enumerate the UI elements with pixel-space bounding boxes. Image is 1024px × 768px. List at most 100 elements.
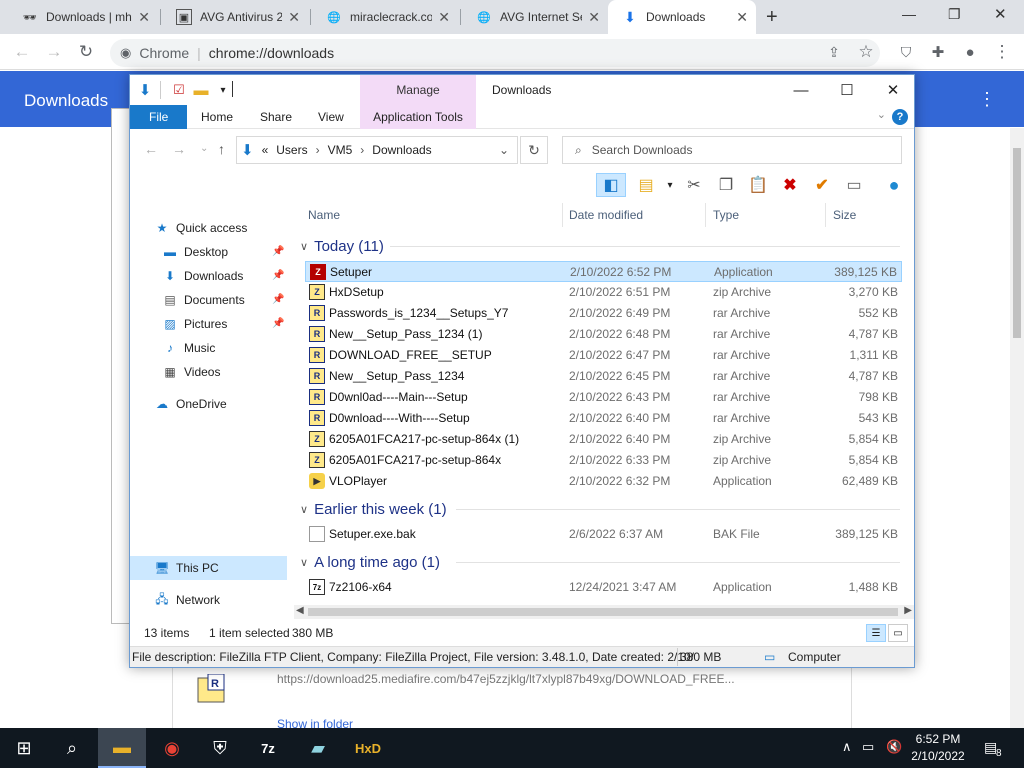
column-size[interactable]: Size (833, 208, 856, 222)
tab-avg-antivirus[interactable]: ▣ AVG Antivirus 2 ✕ (162, 0, 308, 34)
folder-options-icon[interactable]: ▤ (634, 173, 658, 197)
group-long-time-ago[interactable]: ∨ A long time ago (1) (298, 551, 900, 573)
close-window-icon[interactable]: ✕ (994, 5, 1007, 23)
file-row[interactable]: ▶ VLOPlayer 2/10/2022 6:32 PM Applicatio… (305, 471, 902, 492)
windows-start-icon[interactable]: ⊞ (0, 728, 48, 768)
horizontal-scrollbar[interactable]: ◀ ▶ (294, 605, 914, 619)
nav-music[interactable]: ♪ Music (162, 337, 215, 359)
file-row[interactable]: R New__Setup_Pass_1234 2/10/2022 6:45 PM… (305, 366, 902, 387)
nav-desktop[interactable]: ▬ Desktop (162, 241, 228, 263)
column-divider[interactable] (562, 203, 563, 227)
scroll-left-icon[interactable]: ◀ (296, 605, 304, 616)
file-row[interactable]: R Passwords_is_1234__Setups_Y7 2/10/2022… (305, 303, 902, 324)
file-row[interactable]: Z 6205A01FCA217-pc-setup-864x (1) 2/10/2… (305, 429, 902, 450)
paste-icon[interactable]: 📋 (746, 173, 770, 197)
nav-documents[interactable]: ▤ Documents (162, 289, 244, 311)
column-name[interactable]: Name (308, 208, 340, 222)
new-folder-icon[interactable]: ▬ (192, 81, 210, 99)
security-shield-icon[interactable]: ⛨ (196, 728, 244, 768)
network-icon[interactable]: ▭ (862, 739, 874, 755)
column-divider[interactable] (825, 203, 826, 227)
back-icon[interactable]: ← (10, 40, 34, 64)
tab-file[interactable]: File (130, 105, 188, 129)
share-icon[interactable]: ⇪ (822, 40, 846, 64)
chevron-down-icon[interactable]: ⌄ (499, 143, 509, 157)
forward-icon[interactable]: → (172, 141, 186, 157)
address-bar[interactable]: ◉ Chrome | chrome://downloads (110, 39, 880, 67)
nav-downloads[interactable]: ⬇ Downloads (162, 265, 243, 287)
file-row[interactable]: R D0wnload----With----Setup 2/10/2022 6:… (305, 408, 902, 429)
properties-icon[interactable]: ☑ (170, 81, 188, 99)
help-icon[interactable]: ? (892, 109, 908, 125)
7zip-taskbar-icon[interactable]: 7z (244, 728, 292, 768)
tab-view[interactable]: View (305, 105, 357, 129)
nav-pictures[interactable]: ▨ Pictures (162, 313, 227, 335)
nav-videos[interactable]: ▦ Videos (162, 361, 220, 383)
minimize-icon[interactable]: — (902, 6, 916, 22)
page-scrollbar[interactable] (1010, 128, 1024, 728)
minimize-icon[interactable]: — (778, 75, 824, 105)
breadcrumb-vm5[interactable]: VM5 (328, 143, 353, 157)
up-icon[interactable]: ↑ (218, 141, 225, 157)
file-row[interactable]: 7z 7z2106-x64 12/24/2021 3:47 AM Applica… (305, 577, 902, 598)
close-icon[interactable]: ✕ (870, 75, 916, 105)
breadcrumb-downloads[interactable]: Downloads (372, 143, 431, 157)
tab-application-tools[interactable]: Application Tools (360, 105, 476, 129)
chevron-down-icon[interactable]: ▾ (214, 81, 232, 99)
column-divider[interactable] (705, 203, 706, 227)
group-earlier-this-week[interactable]: ∨ Earlier this week (1) (298, 498, 900, 520)
breadcrumb[interactable]: ⬇ « Users › VM5 › Downloads ⌄ (236, 136, 518, 164)
reload-icon[interactable]: ↻ (74, 40, 98, 64)
preview-pane-icon[interactable]: ◧ (596, 173, 626, 197)
chevron-up-icon[interactable]: ∧ (842, 739, 852, 755)
column-date[interactable]: Date modified (569, 208, 643, 222)
expand-ribbon-icon[interactable]: ⌄ (877, 108, 886, 121)
file-row[interactable]: R DOWNLOAD_FREE__SETUP 2/10/2022 6:47 PM… (305, 345, 902, 366)
file-row[interactable]: Z 6205A01FCA217-pc-setup-864x 2/10/2022 … (305, 450, 902, 471)
search-icon[interactable]: ⌕ (48, 728, 96, 768)
chrome-icon[interactable]: ◉ (148, 728, 196, 768)
back-icon[interactable]: ← (144, 141, 158, 157)
menu-icon[interactable]: ⋮ (990, 40, 1014, 64)
close-icon[interactable]: ✕ (438, 9, 450, 26)
tab-miraclecrack[interactable]: 🌐 miraclecrack.co ✕ (312, 0, 458, 34)
close-icon[interactable]: ✕ (588, 9, 600, 26)
nav-this-pc[interactable]: 🖥 This PC (154, 557, 218, 579)
recent-locations-icon[interactable]: ⌄ (200, 143, 208, 154)
tab-share[interactable]: Share (247, 105, 305, 129)
more-menu-icon[interactable]: ⋮ (978, 89, 996, 110)
restore-icon[interactable]: ❐ (948, 6, 961, 23)
cut-icon[interactable]: ✂ (682, 173, 706, 197)
tab-downloads[interactable]: ⬇ Downloads ✕ (608, 0, 756, 34)
refresh-icon[interactable]: ↻ (520, 136, 548, 164)
large-icons-view-icon[interactable]: ▭ (888, 624, 908, 642)
globe-icon[interactable]: ● (882, 173, 906, 197)
rename-icon[interactable]: ▭ (842, 173, 866, 197)
file-explorer-icon[interactable]: ▬ (98, 728, 146, 768)
details-view-icon[interactable]: ☰ (866, 624, 886, 642)
nav-onedrive[interactable]: ☁ OneDrive (154, 393, 227, 415)
close-icon[interactable]: ✕ (138, 9, 150, 26)
volume-muted-icon[interactable]: 🔇 (886, 739, 902, 755)
maximize-icon[interactable]: ☐ (824, 75, 870, 105)
tab-downloads-mh[interactable]: 🕶 Downloads | mh ✕ (8, 0, 158, 34)
file-row[interactable]: R New__Setup_Pass_1234 (1) 2/10/2022 6:4… (305, 324, 902, 345)
search-input[interactable]: ⌕ Search Downloads (562, 136, 902, 164)
new-tab-button[interactable]: + (766, 6, 778, 29)
download-url[interactable]: https://download25.mediafire.com/b47ej5z… (277, 672, 735, 686)
file-row-setuper[interactable]: Z Setuper 2/10/2022 6:52 PM Application … (305, 261, 902, 282)
file-row[interactable]: Z HxDSetup 2/10/2022 6:51 PM zip Archive… (305, 282, 902, 303)
close-icon[interactable]: ✕ (288, 9, 300, 26)
breadcrumb-users[interactable]: Users (276, 143, 307, 157)
breadcrumb-overflow[interactable]: « (262, 143, 269, 157)
nav-quick-access[interactable]: ★ Quick access (154, 217, 248, 239)
shield-extension-icon[interactable]: ⛉ (894, 40, 918, 64)
group-today[interactable]: ∨ Today (11) (298, 235, 900, 257)
nav-network[interactable]: 🖧 Network (154, 589, 220, 611)
close-icon[interactable]: ✕ (736, 9, 748, 26)
tab-home[interactable]: Home (188, 105, 246, 129)
file-row[interactable]: R D0wnl0ad----Main---Setup 2/10/2022 6:4… (305, 387, 902, 408)
extensions-icon[interactable]: ✚ (926, 40, 950, 64)
copy-icon[interactable]: ❐ (714, 173, 738, 197)
column-type[interactable]: Type (713, 208, 739, 222)
